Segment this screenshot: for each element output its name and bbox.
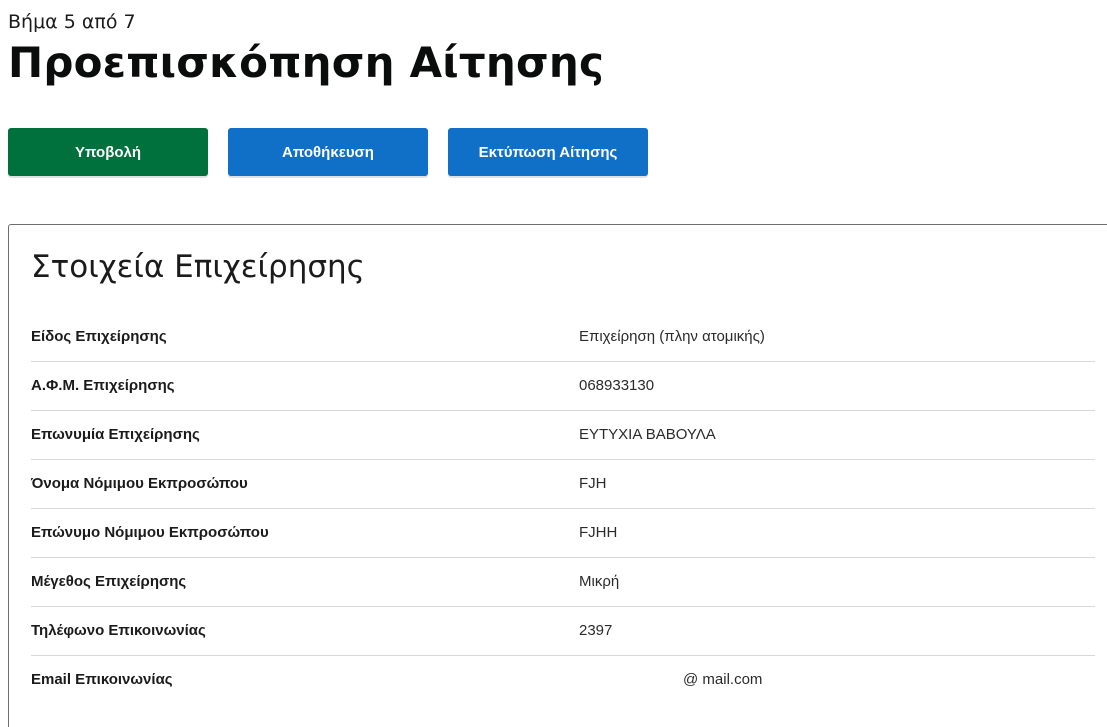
row-value: 068933130 [579,377,655,394]
row-value: Μικρή [579,573,620,590]
row-value: @ mail.com [683,671,763,688]
detail-row-business-name: Επωνυμία Επιχείρησης ΕΥΤΥΧΙΑ ΒΑΒΟΥΛΑ [31,411,1095,460]
row-value: Επιχείρηση (πλην ατομικής) [579,328,765,345]
detail-row-email: Email Επικοινωνίας @ mail.com [31,656,1095,704]
row-label: Α.Φ.Μ. Επιχείρησης [31,377,175,394]
page-title: Προεπισκόπηση Αίτησης [8,38,605,87]
print-application-button[interactable]: Εκτύπωση Αίτησης [448,128,648,176]
row-label: Επώνυμο Νόμιμου Εκπροσώπου [31,524,269,541]
detail-row-business-type: Είδος Επιχείρησης Επιχείρηση (πλην ατομι… [31,313,1095,362]
detail-row-representative-last-name: Επώνυμο Νόμιμου Εκπροσώπου FJHH [31,509,1095,558]
detail-row-business-size: Μέγεθος Επιχείρησης Μικρή [31,558,1095,607]
action-buttons: Υποβολή Αποθήκευση Εκτύπωση Αίτησης [8,128,648,176]
row-label: Μέγεθος Επιχείρησης [31,573,187,590]
detail-row-representative-first-name: Όνομα Νόμιμου Εκπροσώπου FJH [31,460,1095,509]
business-details-title: Στοιχεία Επιχείρησης [31,249,365,285]
save-button[interactable]: Αποθήκευση [228,128,428,176]
business-details-list: Είδος Επιχείρησης Επιχείρηση (πλην ατομι… [31,313,1095,704]
row-label: Είδος Επιχείρησης [31,328,167,345]
row-value: FJHH [579,524,618,541]
row-value: ΕΥΤΥΧΙΑ ΒΑΒΟΥΛΑ [579,426,716,443]
row-label: Όνομα Νόμιμου Εκπροσώπου [31,475,248,492]
detail-row-tax-id: Α.Φ.Μ. Επιχείρησης 068933130 [31,362,1095,411]
row-label: Email Επικοινωνίας [31,671,173,688]
row-label: Τηλέφωνο Επικοινωνίας [31,622,206,639]
row-label: Επωνυμία Επιχείρησης [31,426,200,443]
row-value: 2397 [579,622,613,639]
row-value: FJH [579,475,607,492]
submit-button[interactable]: Υποβολή [8,128,208,176]
step-indicator: Βήμα 5 από 7 [8,11,136,33]
business-details-card: Στοιχεία Επιχείρησης Είδος Επιχείρησης Ε… [8,224,1107,727]
detail-row-phone: Τηλέφωνο Επικοινωνίας 2397 [31,607,1095,656]
application-preview-page: Βήμα 5 από 7 Προεπισκόπηση Αίτησης Υποβο… [0,0,1107,727]
